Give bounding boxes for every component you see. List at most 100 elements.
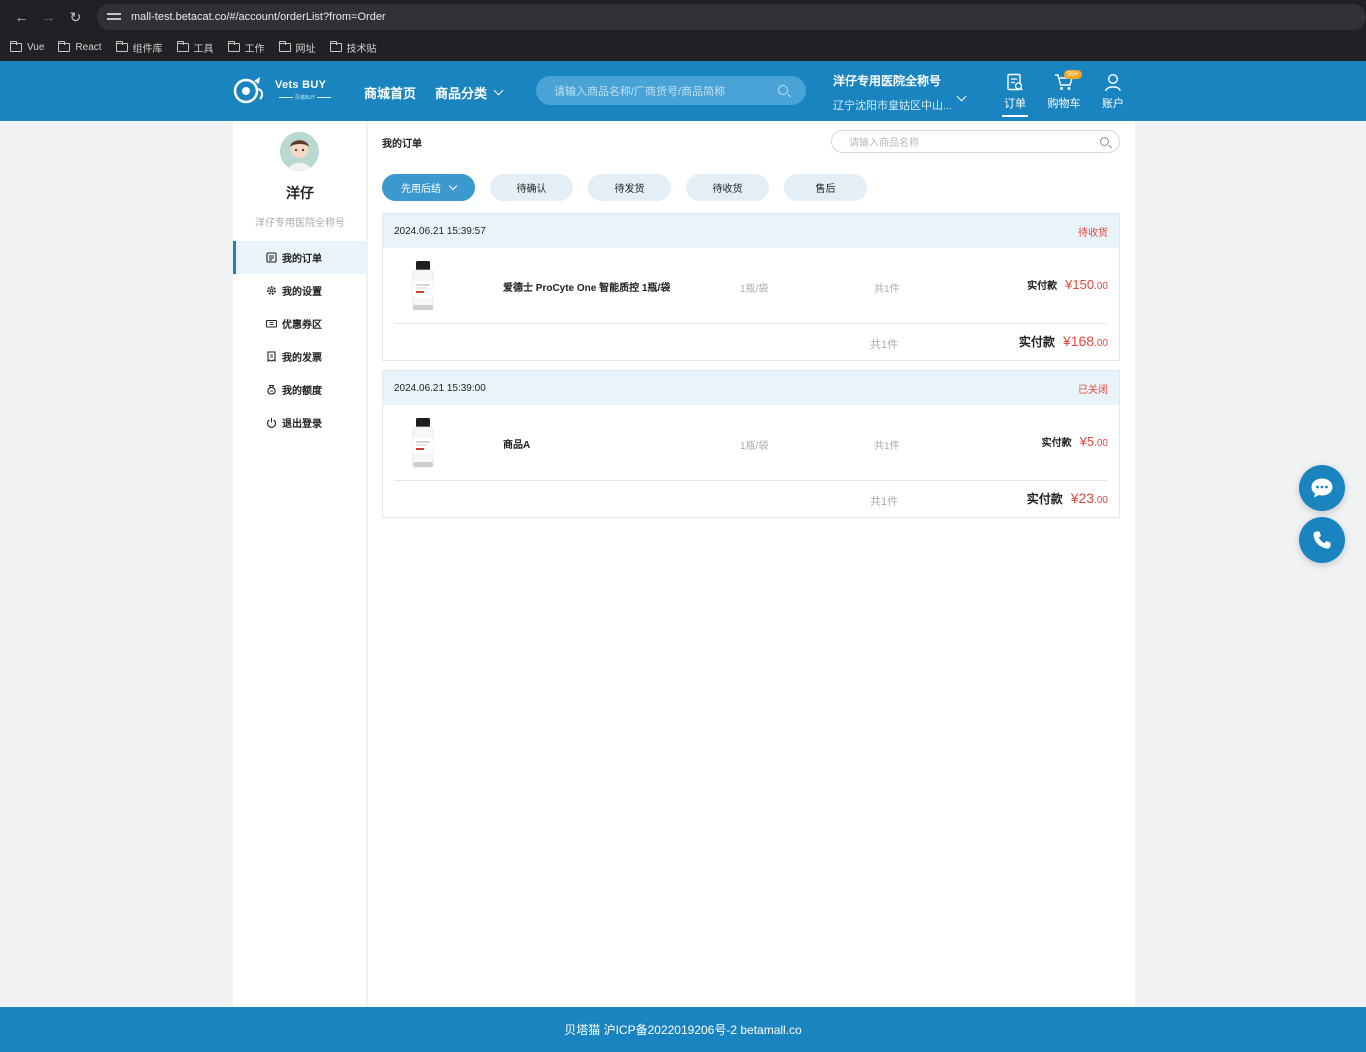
bookmark-sites[interactable]: 网址 xyxy=(278,40,316,55)
logo-title: Vets BUY xyxy=(275,79,327,91)
chevron-down-icon xyxy=(448,181,458,190)
sidebar-item-settings[interactable]: 我的设置 xyxy=(233,274,367,307)
header-orders-button[interactable]: 订单 xyxy=(995,72,1035,117)
bookmark-work[interactable]: 工作 xyxy=(227,40,265,55)
hospital-address: 辽宁沈阳市皇姑区中山... xyxy=(833,100,951,112)
folder-icon xyxy=(227,41,240,52)
order-search-input[interactable]: 请输入商品名称 xyxy=(831,130,1120,153)
pay-amount-int: ¥5 xyxy=(1079,434,1095,449)
hospital-name: 洋仔专用医院全称号 xyxy=(833,74,942,88)
tab-after-sales[interactable]: 售后 xyxy=(784,174,867,201)
product-search-input[interactable]: 请输入商品名称/厂商货号/商品简称 xyxy=(536,76,806,105)
bookmark-tools[interactable]: 工具 xyxy=(176,40,214,55)
order-item-row[interactable]: 爱德士 ProCyte One 智能质控 1瓶/袋 1瓶/袋 共1件 实付款 ¥… xyxy=(394,248,1108,324)
footer-text: 贝塔猫 沪ICP备2022019206号-2 betamall.co xyxy=(564,1023,802,1037)
nav-home[interactable]: 商城首页 xyxy=(364,83,416,102)
summary-quantity: 共1件 xyxy=(870,339,899,351)
bookmark-vue[interactable]: Vue xyxy=(10,41,44,53)
nav-category[interactable]: 商品分类 xyxy=(435,83,504,102)
site-header: Vets BUY 贝塔BUY 商城首页 商品分类 请输入商品名称/厂商货号/商品… xyxy=(0,61,1366,121)
bookmarks-bar: Vue React 组件库 工具 工作 网址 技术贴 xyxy=(0,34,1366,61)
pay-amount: ¥5.00 xyxy=(1080,434,1108,449)
tab-to-ship[interactable]: 待发货 xyxy=(588,174,671,201)
summary-quantity: 共1件 xyxy=(870,496,899,508)
order-time: 2024.06.21 15:39:57 xyxy=(394,225,486,237)
product-bottle-image xyxy=(412,418,434,468)
account-label: 账户 xyxy=(1102,98,1124,110)
tab-to-confirm[interactable]: 待确认 xyxy=(490,174,573,201)
summary-amount-decimals: .00 xyxy=(1094,338,1108,349)
list-icon xyxy=(266,252,277,263)
power-icon xyxy=(266,417,277,428)
tab-label: 待确认 xyxy=(516,184,547,195)
pay-amount: ¥150.00 xyxy=(1065,277,1108,292)
tab-label: 售后 xyxy=(815,184,836,195)
order-status: 已关闭 xyxy=(1078,384,1108,396)
order-search-placeholder: 请输入商品名称 xyxy=(849,138,919,149)
product-quantity: 共1件 xyxy=(874,441,900,452)
pay-amount-int: ¥150 xyxy=(1065,277,1095,292)
reload-icon[interactable]: ↻ xyxy=(62,5,89,29)
tab-label: 待收货 xyxy=(712,184,743,195)
order-card[interactable]: 2024.06.21 15:39:57 待收货 爱德士 ProCyte One … xyxy=(382,213,1120,361)
sidebar-menu: 我的订单 我的设置 优惠券区 我的发票 我的额度 退出登录 xyxy=(233,241,367,439)
sidebar-item-orders[interactable]: 我的订单 xyxy=(233,241,367,274)
sidebar-item-invoices[interactable]: 我的发票 xyxy=(233,340,367,373)
pay-amount-decimals: .00 xyxy=(1094,438,1108,449)
search-placeholder: 请输入商品名称/厂商货号/商品简称 xyxy=(554,85,726,98)
sidebar-item-label: 我的订单 xyxy=(282,254,322,265)
folder-icon xyxy=(176,41,189,52)
user-hospital: 洋仔专用医院全称号 xyxy=(255,218,345,229)
product-name[interactable]: 爱德士 ProCyte One 智能质控 1瓶/袋 xyxy=(503,279,670,294)
order-summary-row: 共1件 实付款 ¥168.00 xyxy=(394,324,1108,360)
sidebar-item-credit[interactable]: 我的额度 xyxy=(233,373,367,406)
summary-amount-int: ¥168 xyxy=(1062,333,1095,349)
sidebar-item-coupons[interactable]: 优惠券区 xyxy=(233,307,367,340)
product-unit: 1瓶/袋 xyxy=(740,441,769,452)
tab-label: 待发货 xyxy=(614,184,645,195)
summary-payment: 实付款 ¥23.00 xyxy=(1027,490,1108,507)
pay-amount-decimals: .00 xyxy=(1094,281,1108,292)
header-cart-button[interactable]: 99+ 购物车 xyxy=(1044,70,1084,111)
header-account-button[interactable]: 账户 xyxy=(1093,72,1133,111)
tab-to-receive[interactable]: 待收货 xyxy=(686,174,769,201)
order-status-tabs: 先用后结 待确认 待发货 待收货 售后 xyxy=(382,174,882,201)
sidebar-item-label: 我的发票 xyxy=(282,353,322,364)
search-icon[interactable] xyxy=(1100,137,1109,146)
sidebar-item-label: 我的额度 xyxy=(282,386,322,397)
hospital-selector[interactable]: 洋仔专用医院全称号 辽宁沈阳市皇姑区中山... xyxy=(833,72,973,113)
chat-button[interactable] xyxy=(1299,465,1345,511)
vetsbuy-logo[interactable]: Vets BUY 贝塔BUY xyxy=(232,75,338,107)
folder-icon xyxy=(329,41,342,52)
tab-pay-later[interactable]: 先用后结 xyxy=(382,174,475,201)
sidebar-item-label: 我的设置 xyxy=(282,287,322,298)
order-status: 待收货 xyxy=(1078,227,1108,239)
order-item-row[interactable]: 商品A 1瓶/袋 共1件 实付款 ¥5.00 xyxy=(394,405,1108,481)
product-name[interactable]: 商品A xyxy=(503,436,530,451)
user-icon xyxy=(1093,72,1133,92)
forward-arrow-icon[interactable]: → xyxy=(35,5,62,29)
order-summary-row: 共1件 实付款 ¥23.00 xyxy=(394,481,1108,517)
bookmark-tech[interactable]: 技术贴 xyxy=(329,40,377,55)
back-arrow-icon[interactable]: ← xyxy=(8,5,35,29)
sidebar-item-label: 优惠券区 xyxy=(282,320,322,331)
search-icon[interactable] xyxy=(778,85,788,95)
summary-amount-decimals: .00 xyxy=(1094,495,1108,506)
pay-label: 实付款 xyxy=(1041,438,1072,449)
address-bar[interactable]: mall-test.betacat.co/#/account/orderList… xyxy=(96,4,1366,30)
folder-icon xyxy=(115,41,128,52)
tab-label: 先用后结 xyxy=(401,184,441,195)
phone-button[interactable] xyxy=(1299,517,1345,563)
product-quantity: 共1件 xyxy=(874,284,900,295)
folder-icon xyxy=(278,41,291,52)
site-info-icon[interactable] xyxy=(106,11,121,23)
bookmark-react[interactable]: React xyxy=(58,41,102,53)
gear-icon xyxy=(266,285,277,296)
chat-bubble-icon xyxy=(1311,478,1333,498)
folder-icon xyxy=(58,41,71,52)
item-payment: 实付款 ¥150.00 xyxy=(1027,277,1108,292)
order-card[interactable]: 2024.06.21 15:39:00 已关闭 商品A 1瓶/袋 共1件 实付款… xyxy=(382,370,1120,518)
avatar[interactable] xyxy=(280,132,319,171)
bookmark-components[interactable]: 组件库 xyxy=(115,40,163,55)
sidebar-item-logout[interactable]: 退出登录 xyxy=(233,406,367,439)
